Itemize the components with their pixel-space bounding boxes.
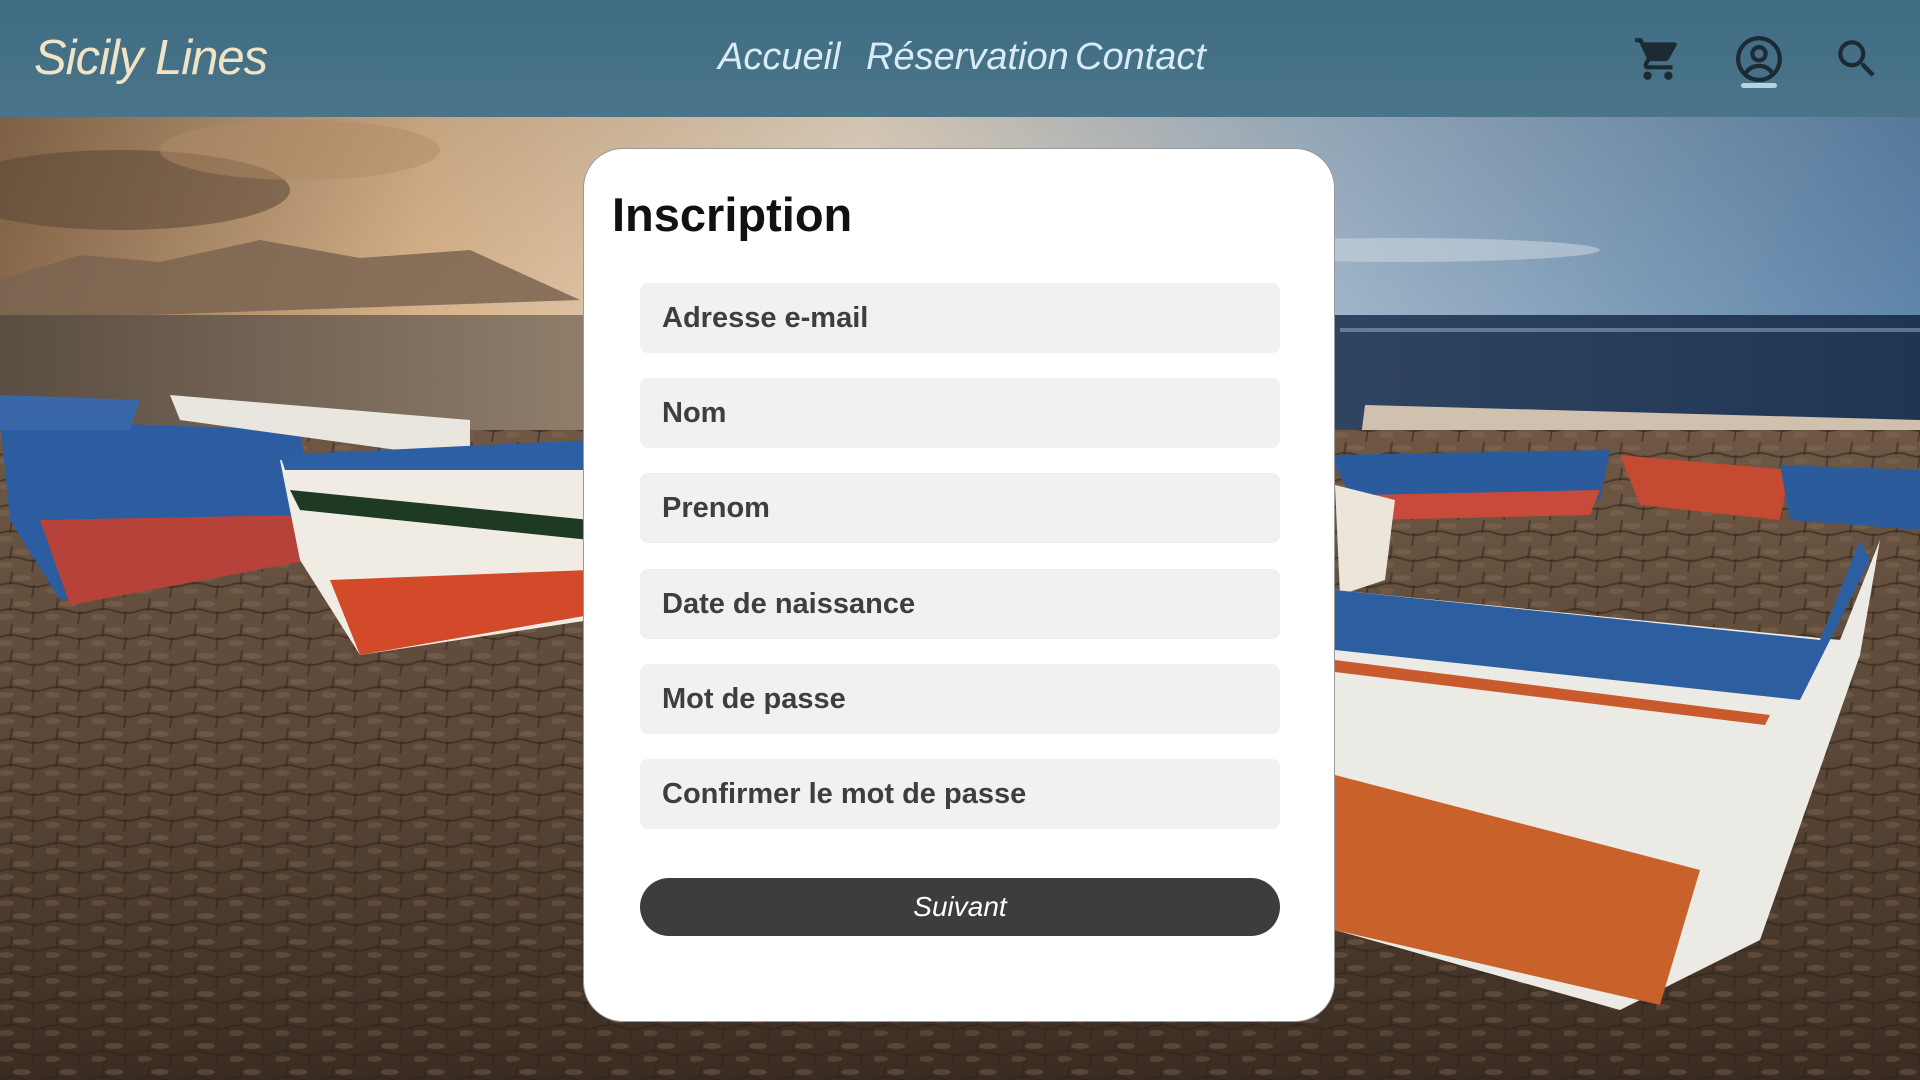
confirm-password-field[interactable] [640,759,1280,829]
top-navigation-bar: Sicily Lines Accueil Réservation Contact [0,0,1920,117]
last-name-field[interactable] [640,378,1280,448]
nav-link-reservation[interactable]: Réservation [866,36,1069,84]
form-title: Inscription [612,188,853,241]
nav-link-contact[interactable]: Contact [1075,36,1206,84]
first-name-field[interactable] [640,473,1280,543]
nav-link-accueil[interactable]: Accueil [718,36,841,84]
page: Sicily Lines Accueil Réservation Contact… [0,0,1920,1080]
site-logo[interactable]: Sicily Lines [34,30,268,86]
birthdate-field[interactable] [640,569,1280,639]
password-field[interactable] [640,664,1280,734]
next-button[interactable]: Suivant [640,878,1280,936]
shopping-cart-icon[interactable] [1633,34,1683,84]
account-circle-icon[interactable] [1734,34,1784,84]
active-indicator [1741,83,1777,88]
search-icon[interactable] [1832,34,1882,84]
email-field[interactable] [640,283,1280,353]
registration-card: Inscription Suivant [583,148,1335,1022]
